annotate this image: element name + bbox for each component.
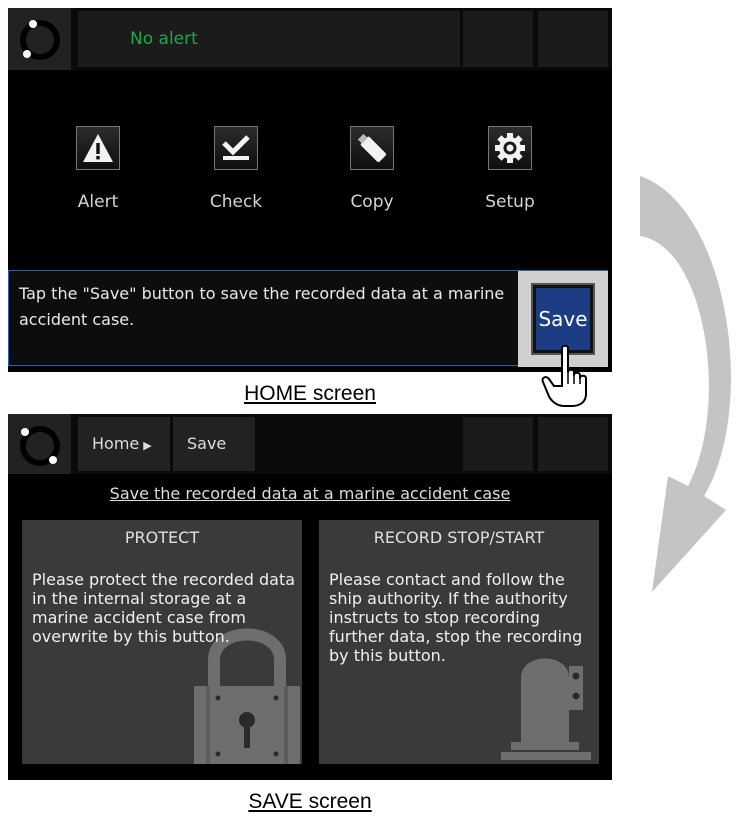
save-instruction-text: Tap the "Save" button to save the record… (19, 284, 505, 329)
alert-menu-button[interactable]: Alert (40, 126, 152, 226)
save-button[interactable]: Save (531, 283, 595, 355)
save-screen: Home ▶ Save Save the recorded data at a m… (8, 414, 612, 780)
record-stop-start-button[interactable]: RECORD STOP/START Please contact and fol… (319, 520, 599, 764)
alert-status-field: No alert (78, 11, 460, 67)
empty-status-slot (463, 417, 533, 471)
checkmark-icon (214, 126, 258, 170)
home-screen-caption: HOME screen (244, 382, 376, 405)
empty-status-slot (463, 11, 533, 67)
status-logo (8, 414, 71, 474)
breadcrumb-save: Save (173, 417, 255, 471)
record-heading: RECORD STOP/START (373, 528, 545, 547)
copy-menu-button[interactable]: Copy (314, 126, 426, 226)
setup-menu-label: Setup (485, 192, 535, 212)
breadcrumb-home-label: Home (92, 434, 140, 453)
empty-status-slot (538, 11, 608, 67)
status-logo (8, 8, 71, 70)
tap-hand-icon (541, 344, 587, 407)
status-ring-icon (20, 426, 60, 466)
protect-heading: PROTECT (124, 528, 200, 547)
save-screen-caption: SAVE screen (248, 790, 372, 813)
breadcrumb-arrow-icon: ▶ (143, 439, 152, 452)
top-bar: Home ▶ Save (8, 414, 612, 474)
usb-stick-icon (350, 126, 394, 170)
check-menu-label: Check (209, 192, 263, 212)
check-menu-button[interactable]: Check (178, 126, 290, 226)
gear-icon (488, 126, 532, 170)
save-message-box: Tap the "Save" button to save the record… (8, 270, 608, 367)
top-bar: No alert (8, 8, 612, 70)
status-ring-icon (20, 20, 60, 60)
protect-button[interactable]: PROTECT Please protect the recorded data… (22, 520, 302, 764)
alert-triangle-icon (76, 126, 120, 170)
setup-menu-button[interactable]: Setup (452, 126, 564, 226)
empty-status-slot (538, 417, 608, 471)
alert-menu-label: Alert (77, 192, 119, 212)
breadcrumb-home[interactable]: Home ▶ (78, 417, 170, 471)
copy-menu-label: Copy (350, 192, 394, 212)
save-screen-title: Save the recorded data at a marine accid… (109, 484, 511, 503)
protect-description: Please protect the recorded data in the … (32, 570, 296, 646)
home-screen: No alert Alert Check Copy Setup Tap the … (8, 8, 612, 372)
transition-arrow-icon (640, 176, 731, 592)
record-description: Please contact and follow the ship autho… (329, 570, 583, 665)
